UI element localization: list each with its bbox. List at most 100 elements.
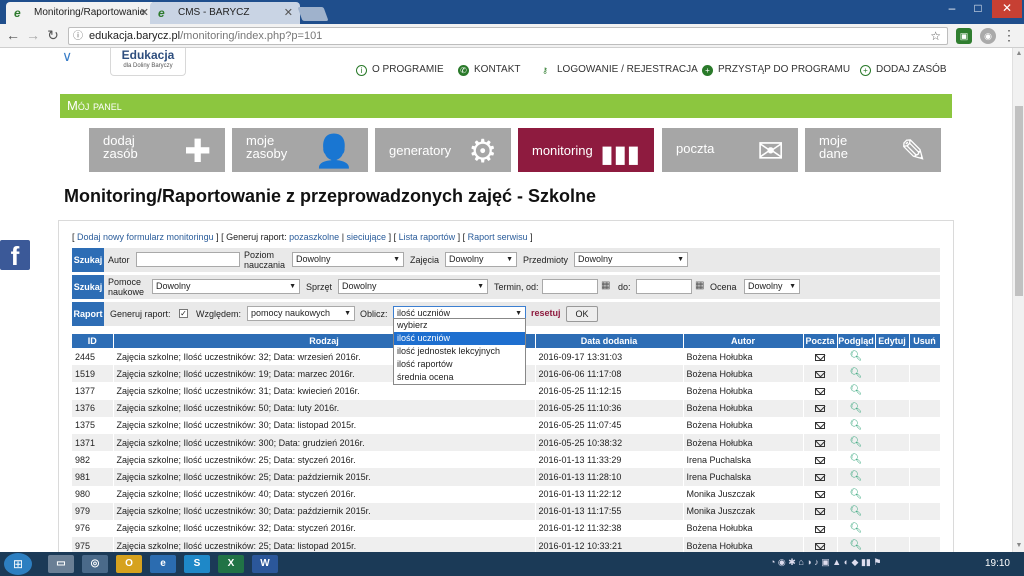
subjects-select[interactable]: Dowolny ▼: [574, 252, 688, 267]
date-from-input[interactable]: [542, 279, 598, 294]
service-report-link[interactable]: Raport serwisu: [468, 232, 528, 242]
site-logo[interactable]: Edukacja dla Doliny Baryczy: [110, 48, 186, 76]
tab-monitoring[interactable]: e Monitoring/Raportowanie ✕: [6, 2, 156, 24]
menu-icon[interactable]: ⋮: [1000, 26, 1018, 44]
table-row[interactable]: 975 Zajęcia szkolne; Ilość uczestników: 2…: [72, 537, 941, 552]
new-tab-button[interactable]: [297, 7, 329, 21]
magnifier-icon[interactable]: 🔍︎: [850, 368, 863, 379]
scroll-up-icon[interactable]: ▲: [1015, 50, 1023, 58]
ok-button[interactable]: OK: [566, 306, 598, 322]
envelope-icon[interactable]: [815, 542, 825, 550]
magnifier-icon[interactable]: 🔍︎: [850, 385, 863, 396]
back-arrow-icon[interactable]: ←: [4, 26, 22, 44]
envelope-icon[interactable]: [815, 508, 825, 516]
calendar-icon[interactable]: ▦: [695, 280, 704, 291]
close-window-icon[interactable]: ✕: [992, 0, 1022, 18]
add-form-link[interactable]: Dodaj nowy formularz monitoringu: [77, 232, 214, 242]
facebook-icon[interactable]: f: [0, 240, 30, 271]
envelope-icon[interactable]: [815, 370, 825, 378]
ie-icon[interactable]: e: [150, 555, 176, 573]
tab-cms[interactable]: e CMS - BARYCZ ✕: [150, 2, 300, 24]
nav-about[interactable]: i O PROGRAMIE: [356, 62, 444, 78]
start-button[interactable]: ⊞: [4, 553, 32, 575]
explorer-icon[interactable]: ▭: [48, 555, 74, 573]
table-row[interactable]: 979 Zajęcia szkolne; Ilość uczestników: 3…: [72, 502, 941, 520]
equipment-select[interactable]: Dowolny ▼: [338, 279, 488, 294]
word-icon[interactable]: W: [252, 555, 278, 573]
magnifier-icon[interactable]: 🔍︎: [850, 437, 863, 448]
magnifier-icon[interactable]: 🔍︎: [850, 454, 863, 465]
nav-contact[interactable]: ✆ KONTAKT: [458, 62, 520, 78]
option-lesson-units[interactable]: ilość jednostek lekcyjnych: [394, 345, 525, 358]
bookmark-star-icon[interactable]: ☆: [930, 28, 941, 44]
magnifier-icon[interactable]: 🔍︎: [850, 489, 863, 500]
calendar-icon[interactable]: ▦: [601, 280, 610, 291]
skype-icon[interactable]: S: [184, 555, 210, 573]
minimize-icon[interactable]: –: [938, 0, 966, 18]
envelope-icon[interactable]: [815, 353, 825, 361]
magnifier-icon[interactable]: 🔍︎: [850, 471, 863, 482]
option-choose[interactable]: wybierz: [394, 319, 525, 332]
calc-dropdown-list[interactable]: wybierz ilość uczniów ilość jednostek le…: [393, 318, 526, 385]
reload-icon[interactable]: ↻: [44, 26, 62, 44]
excel-icon[interactable]: X: [218, 555, 244, 573]
tile-monitoring[interactable]: monitoring ▮▮▮: [518, 128, 654, 172]
magnifier-icon[interactable]: 🔍︎: [850, 540, 863, 551]
chrome-icon[interactable]: ◎: [82, 555, 108, 573]
table-row[interactable]: 980 Zajęcia szkolne; Ilość uczestników: 4…: [72, 485, 941, 503]
report-networking-link[interactable]: sieciujące: [347, 232, 387, 242]
tile-mail[interactable]: poczta ✉: [662, 128, 798, 172]
table-row[interactable]: 1371 Zajęcia szkolne; Ilość uczestników: …: [72, 433, 941, 452]
tile-my-data[interactable]: moje dane ✎: [805, 128, 941, 172]
magnifier-icon[interactable]: 🔍︎: [850, 403, 863, 414]
nav-login[interactable]: ⚷ LOGOWANIE / REJESTRACJA: [538, 62, 698, 78]
magnifier-icon[interactable]: 🔍︎: [850, 420, 863, 431]
classes-select[interactable]: Dowolny ▼: [445, 252, 517, 267]
tray-icons[interactable]: ◔ ◉ ✱ ⌂ ◑ ♪ ▣ ▲ ◐ ◆ ▮▮ ⚑: [770, 557, 881, 568]
extension-icon[interactable]: ▣: [956, 28, 972, 44]
grade-select[interactable]: Dowolny ▼: [744, 279, 800, 294]
envelope-icon[interactable]: [815, 456, 825, 464]
tile-generators[interactable]: generatory ⚙: [375, 128, 511, 172]
envelope-icon[interactable]: [815, 405, 825, 413]
envelope-icon[interactable]: [815, 422, 825, 430]
scroll-thumb[interactable]: [1015, 106, 1023, 296]
by-select[interactable]: pomocy naukowych ▼: [247, 306, 355, 321]
nav-add-resource[interactable]: + DODAJ ZASÓB: [860, 62, 947, 78]
generate-report-checkbox[interactable]: ✓: [179, 309, 188, 318]
magnifier-icon[interactable]: 🔍︎: [850, 351, 863, 362]
scroll-down-icon[interactable]: ▼: [1015, 542, 1023, 550]
magnifier-icon[interactable]: 🔍︎: [850, 523, 863, 534]
info-icon[interactable]: ⓘ: [73, 29, 83, 45]
col-date[interactable]: Data dodania: [535, 334, 684, 348]
envelope-icon[interactable]: [815, 474, 825, 482]
close-tab-icon[interactable]: ✕: [140, 2, 149, 24]
tile-my-resources[interactable]: moje zasoby 👤: [232, 128, 368, 172]
option-reports[interactable]: ilość raportów: [394, 358, 525, 371]
table-row[interactable]: 1375 Zajęcia szkolne; Ilość uczestników: …: [72, 416, 941, 434]
envelope-icon[interactable]: [815, 525, 825, 533]
col-author[interactable]: Autor: [683, 334, 804, 348]
table-row[interactable]: 976 Zajęcia szkolne; Ilość uczestników: 3…: [72, 519, 941, 538]
report-extracurricular-link[interactable]: pozaszkolne: [289, 232, 339, 242]
address-bar[interactable]: ⓘ edukacja.barycz.pl/monitoring/index.ph…: [68, 27, 948, 45]
report-list-link[interactable]: Lista raportów: [399, 232, 456, 242]
table-row[interactable]: 981 Zajęcia szkolne; Ilość uczestników: 2…: [72, 468, 941, 486]
date-to-input[interactable]: [636, 279, 692, 294]
reset-link[interactable]: resetuj: [531, 308, 561, 318]
envelope-icon[interactable]: [815, 388, 825, 396]
tile-add-resource[interactable]: dodaj zasób ✚: [89, 128, 225, 172]
aids-select[interactable]: Dowolny ▼: [152, 279, 300, 294]
col-id[interactable]: ID: [72, 334, 114, 348]
app-icon[interactable]: O: [116, 555, 142, 573]
maximize-icon[interactable]: □: [964, 0, 992, 18]
extension-icon[interactable]: ◉: [980, 28, 996, 44]
table-row[interactable]: 1376 Zajęcia szkolne; Ilość uczestników: …: [72, 399, 941, 417]
page-scrollbar[interactable]: ▲ ▼: [1012, 48, 1024, 552]
envelope-icon[interactable]: [815, 439, 825, 447]
level-select[interactable]: Dowolny ▼: [292, 252, 404, 267]
magnifier-icon[interactable]: 🔍︎: [850, 506, 863, 517]
close-tab-icon[interactable]: ✕: [284, 2, 293, 24]
table-row[interactable]: 982 Zajęcia szkolne; Ilość uczestników: 2…: [72, 451, 941, 469]
envelope-icon[interactable]: [815, 491, 825, 499]
